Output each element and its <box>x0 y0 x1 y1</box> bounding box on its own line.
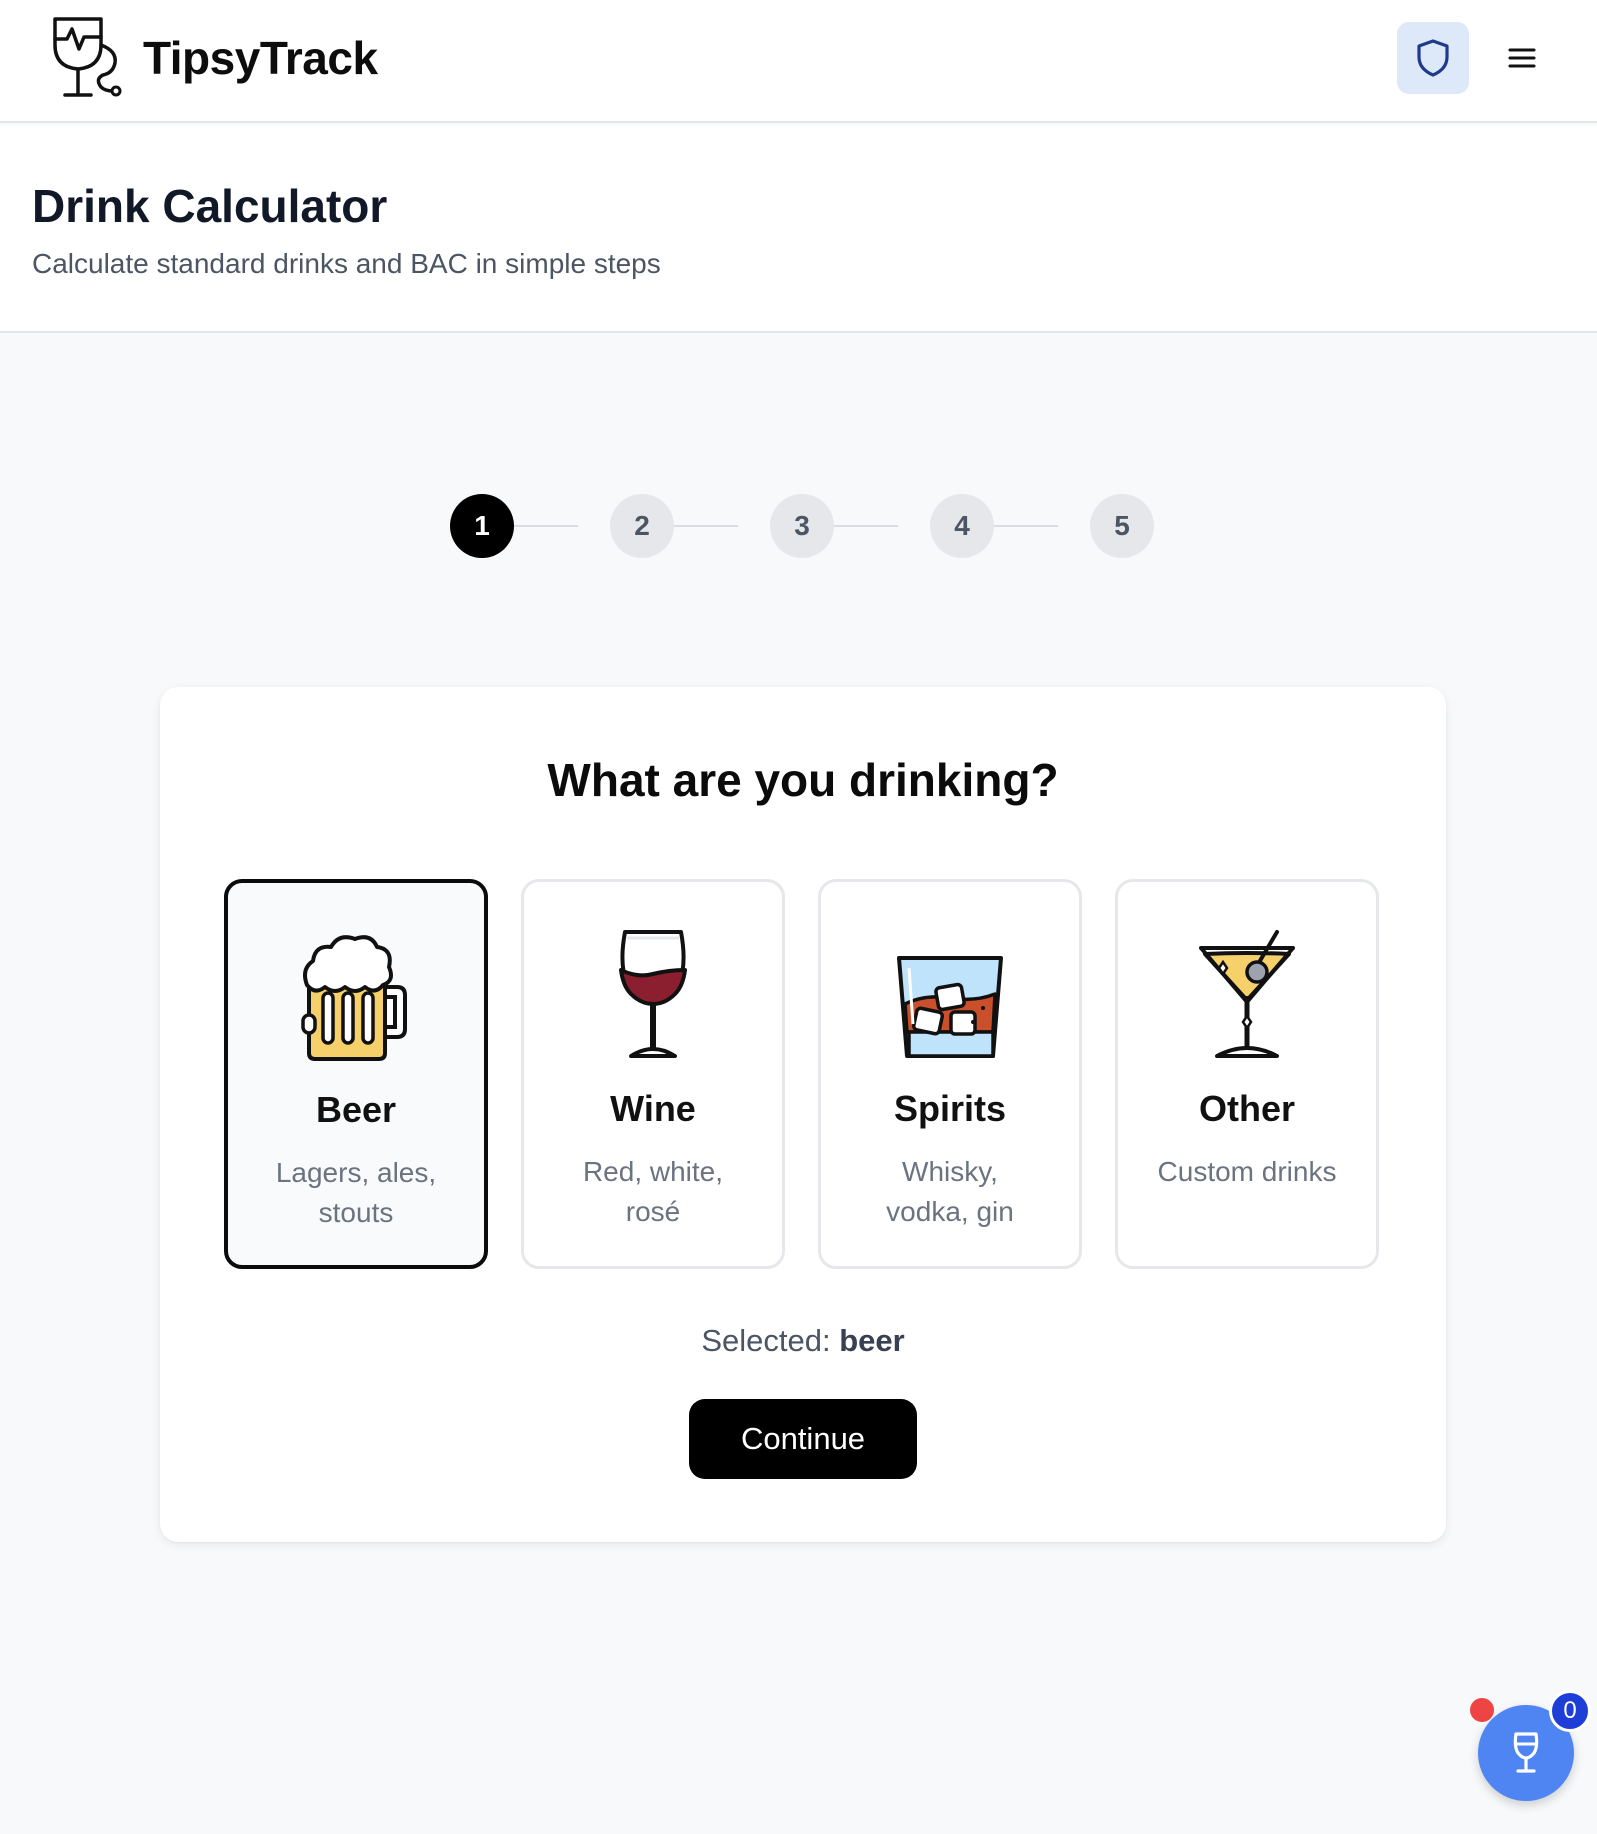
selected-summary: Selected: beer <box>160 1323 1446 1359</box>
hamburger-menu-icon <box>1508 48 1536 68</box>
glass-icon <box>1513 1732 1539 1773</box>
selected-label: Selected: <box>701 1323 831 1358</box>
whisky-glass-icon <box>897 956 1003 1058</box>
step-4[interactable]: 4 <box>930 494 994 558</box>
option-beer-name: Beer <box>315 1089 397 1130</box>
drink-count-badge: 0 <box>1549 1690 1591 1732</box>
option-beer[interactable]: Beer Lagers, ales, stouts <box>224 879 488 1269</box>
page-subtitle: Calculate standard drinks and BAC in sim… <box>32 248 661 279</box>
step-connector <box>674 525 738 527</box>
cocktail-glass-icon <box>1199 930 1295 1058</box>
option-other-name: Other <box>1198 1088 1295 1129</box>
option-other[interactable]: Other Custom drinks <box>1115 879 1379 1269</box>
step-connector <box>994 525 1058 527</box>
menu-button[interactable] <box>1502 36 1542 80</box>
option-beer-desc: Lagers, ales, stouts <box>275 1157 437 1228</box>
brand[interactable]: TipsyTrack <box>51 17 378 99</box>
step-3[interactable]: 3 <box>770 494 834 558</box>
page-title: Drink Calculator <box>32 180 388 232</box>
top-bar: TipsyTrack <box>0 0 1597 123</box>
option-wine[interactable]: Wine Red, white, rosé <box>521 879 785 1269</box>
step-connector <box>514 525 578 527</box>
step-connector <box>834 525 898 527</box>
step-1[interactable]: 1 <box>450 494 514 558</box>
brand-name: TipsyTrack <box>143 32 378 84</box>
option-spirits-desc: Whisky, vodka, gin <box>886 1156 1014 1227</box>
notification-dot <box>1470 1698 1494 1722</box>
option-wine-desc: Red, white, rosé <box>582 1156 724 1227</box>
privacy-shield-button[interactable] <box>1397 22 1469 94</box>
drink-type-card: What are you drinking? Beer Lagers, ales… <box>160 687 1446 1542</box>
step-2[interactable]: 2 <box>610 494 674 558</box>
option-spirits[interactable]: Spirits Whisky, vodka, gin <box>818 879 1082 1269</box>
option-spirits-name: Spirits <box>893 1088 1007 1129</box>
selected-value: beer <box>839 1323 905 1358</box>
step-5[interactable]: 5 <box>1090 494 1154 558</box>
page-header: Drink Calculator Calculate standard drin… <box>0 125 1597 333</box>
wine-glass-heartbeat-icon <box>53 17 122 97</box>
beer-mug-icon <box>301 935 407 1061</box>
shield-icon <box>1417 39 1449 77</box>
continue-button[interactable]: Continue <box>689 1399 917 1479</box>
option-other-desc: Custom drinks <box>1157 1156 1337 1187</box>
wine-glass-icon <box>619 930 687 1058</box>
option-wine-name: Wine <box>610 1088 696 1129</box>
card-question: What are you drinking? <box>547 754 1059 806</box>
progress-stepper: 1 2 3 4 5 <box>450 494 1156 558</box>
